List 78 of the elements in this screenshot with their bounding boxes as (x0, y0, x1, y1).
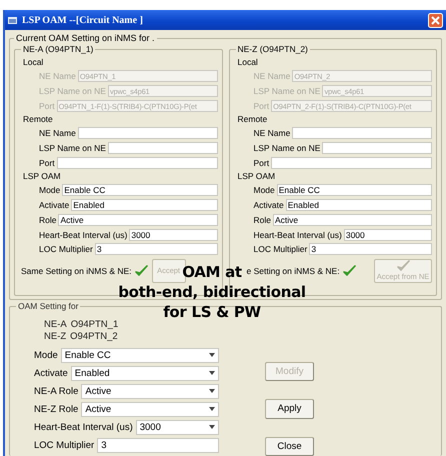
section-title: Remote (23, 113, 54, 126)
annotation-line: for LS & PW (163, 302, 261, 322)
dropdown[interactable]: 3000 (136, 420, 219, 434)
field-label: Role (254, 214, 271, 225)
field-label: NE-Z Role (34, 404, 78, 414)
caret-icon (209, 371, 215, 375)
section-title: Remote (238, 113, 268, 126)
field-label: Port (39, 158, 55, 168)
field-label: Activate (254, 200, 284, 210)
endpoint-label: NE-Z (44, 331, 66, 342)
caret-icon (209, 353, 215, 357)
text-field[interactable]: 3000 (344, 228, 432, 241)
text-field[interactable]: 3 (97, 438, 219, 452)
window-icon (8, 16, 17, 24)
text-field[interactable]: Active (272, 214, 432, 226)
text-field[interactable]: Enable CC (276, 184, 432, 196)
text-field[interactable] (78, 127, 218, 140)
dialog-button[interactable]: Apply (265, 399, 314, 419)
window-title: LSP OAM --[Circuit Name ] (22, 14, 144, 26)
caret-icon (209, 425, 215, 429)
dropdown[interactable]: Active (81, 384, 219, 398)
field-label: Port (254, 100, 270, 111)
text-field[interactable]: 3000 (129, 228, 218, 241)
text-field[interactable]: 3 (94, 243, 218, 256)
close-icon[interactable] (428, 12, 443, 28)
text-field[interactable]: 3 (309, 243, 432, 256)
endpoint-label: NE-A (44, 319, 67, 330)
endpoint-value: O94PTN_1 (70, 319, 118, 330)
same-setting-label: Same Setting on iNMS & NE: (21, 266, 132, 276)
text-field[interactable] (108, 142, 218, 154)
group-title: NE-A (O94PTN_1) (21, 44, 96, 55)
field-label: Heart-Beat Interval (us) (254, 230, 342, 240)
field-label: Mode (39, 185, 60, 196)
section-title: Local (23, 56, 44, 69)
group-title: OAM Setting for (16, 301, 80, 312)
group-title: Current OAM Setting on iNMS for . (14, 33, 157, 44)
field-label: Heart-Beat Interval (us) (39, 230, 128, 240)
field-label: Heart-Beat Interval (us) (34, 422, 133, 432)
field-label: NE Name (254, 71, 290, 82)
annotation-line: both-end, bidirectional (118, 282, 306, 302)
field-label: LOC Multiplier (254, 244, 308, 254)
caret-icon (209, 407, 215, 411)
text-field[interactable]: Enable CC (62, 184, 218, 196)
field-label: NE Name (254, 128, 290, 138)
field-label: LSP Name on NE (254, 143, 320, 154)
field-label: Activate (34, 368, 68, 378)
text-field[interactable] (56, 156, 218, 169)
field-label: Port (39, 100, 55, 111)
dropdown[interactable]: Enabled (70, 366, 219, 380)
text-field[interactable]: Enabled (286, 199, 432, 212)
section-title: LSP OAM (23, 170, 62, 184)
dropdown[interactable]: Active (81, 402, 219, 416)
group-title: NE-Z (O94PTN_2) (236, 44, 310, 55)
field-label: LOC Multiplier (39, 244, 93, 254)
field-label: Port (254, 158, 270, 168)
text-field[interactable]: Enabled (71, 199, 218, 212)
field-label: Mode (34, 350, 58, 360)
endpoint-value: O94PTN_2 (70, 331, 118, 342)
caret-icon (209, 389, 215, 393)
field-label: NE Name (39, 71, 76, 82)
dropdown[interactable]: Enable CC (60, 348, 219, 362)
text-field[interactable] (292, 127, 432, 140)
dialog-button[interactable]: Close (265, 436, 314, 456)
check-icon (396, 260, 410, 272)
text-field[interactable] (271, 156, 432, 169)
field-label: NE Name (39, 128, 76, 138)
field-label: Activate (39, 200, 70, 210)
field-label: Mode (254, 185, 275, 196)
field-label: LSP Name on NE (39, 143, 106, 154)
field-label: LSP Name on NE (39, 86, 106, 96)
text-field[interactable] (322, 142, 432, 154)
field-label: LSP Name on NE (254, 86, 320, 96)
section-title: LSP OAM (238, 170, 276, 184)
section-title: Local (238, 56, 259, 69)
field-label: LOC Multiplier (34, 440, 94, 450)
text-field[interactable]: Active (58, 214, 218, 226)
field-label: Role (39, 214, 56, 225)
field-label: NE-A Role (34, 386, 78, 396)
